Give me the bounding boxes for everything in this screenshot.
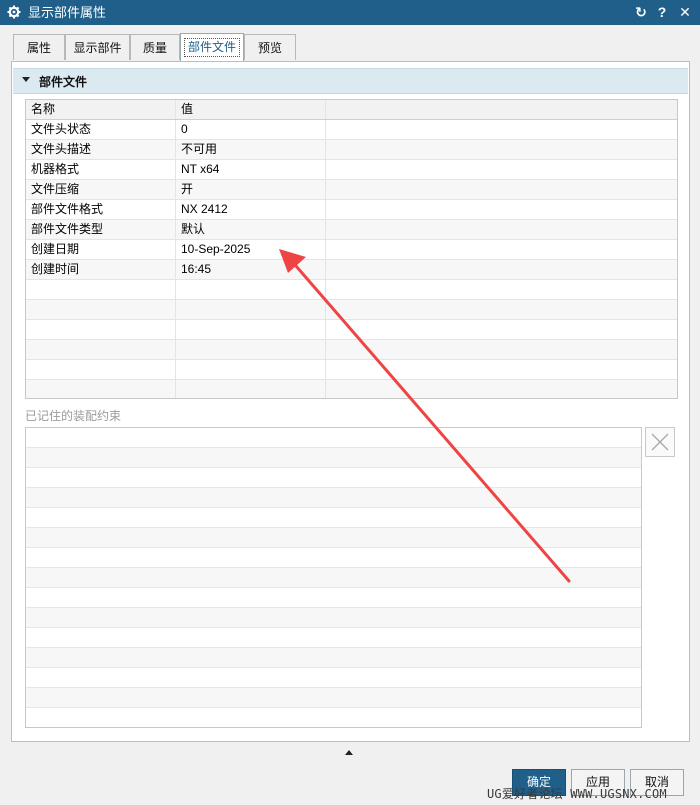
table-row-empty — [26, 340, 677, 360]
tab-part-file[interactable]: 部件文件 — [180, 33, 244, 61]
table-row-empty — [26, 360, 677, 380]
group-title: 部件文件 — [39, 75, 88, 89]
group-header-part-file[interactable]: 部件文件 — [13, 68, 688, 94]
cell-blank — [326, 140, 677, 159]
property-name: 文件压缩 — [26, 180, 176, 199]
list-row-empty — [26, 428, 641, 448]
list-row-empty — [26, 708, 641, 727]
table-row-empty — [26, 380, 677, 398]
close-icon[interactable]: ✕ — [676, 3, 694, 21]
property-name: 部件文件类型 — [26, 220, 176, 239]
delete-x-icon — [651, 433, 669, 451]
cell-blank — [326, 120, 677, 139]
column-header-name[interactable]: 名称 — [26, 100, 176, 119]
property-value: 开 — [176, 180, 326, 199]
property-value: 10-Sep-2025 — [176, 240, 326, 259]
remembered-constraints-list[interactable] — [25, 427, 642, 728]
refresh-icon[interactable]: ↻ — [632, 3, 650, 21]
list-row-empty — [26, 608, 641, 628]
remembered-constraints-label: 已记住的装配约束 — [25, 409, 122, 423]
gear-icon — [7, 5, 21, 19]
property-value: 不可用 — [176, 140, 326, 159]
property-value: 默认 — [176, 220, 326, 239]
table-row[interactable]: 部件文件类型 默认 — [26, 220, 677, 240]
tab-panel: 部件文件 名称 值 文件头状态 0 文件头描述 不可用 机器格式 NT x64 文件压… — [11, 61, 690, 742]
property-name: 文件头描述 — [26, 140, 176, 159]
table-row[interactable]: 创建日期 10-Sep-2025 — [26, 240, 677, 260]
window-title: 显示部件属性 — [28, 5, 107, 20]
tab-label: 预览 — [257, 41, 282, 55]
collapse-up-icon[interactable] — [345, 750, 353, 755]
list-row-empty — [26, 468, 641, 488]
list-row-empty — [26, 668, 641, 688]
table-row-empty — [26, 300, 677, 320]
list-row-empty — [26, 508, 641, 528]
list-row-empty — [26, 488, 641, 508]
title-bar: 显示部件属性 ↻ ? ✕ — [0, 0, 700, 25]
table-row-empty — [26, 280, 677, 300]
tab-preview[interactable]: 预览 — [244, 34, 296, 60]
property-name: 文件头状态 — [26, 120, 176, 139]
tab-displayed-part[interactable]: 显示部件 — [65, 34, 130, 60]
table-row[interactable]: 文件头状态 0 — [26, 120, 677, 140]
property-name: 机器格式 — [26, 160, 176, 179]
cell-blank — [326, 160, 677, 179]
table-header: 名称 值 — [26, 100, 677, 120]
list-row-empty — [26, 528, 641, 548]
list-row-empty — [26, 568, 641, 588]
table-row[interactable]: 文件头描述 不可用 — [26, 140, 677, 160]
tab-label: 属性 — [26, 41, 51, 55]
cell-blank — [326, 220, 677, 239]
delete-constraint-button[interactable] — [645, 427, 675, 457]
list-row-empty — [26, 588, 641, 608]
property-table: 名称 值 文件头状态 0 文件头描述 不可用 机器格式 NT x64 文件压缩开 部件… — [25, 99, 678, 399]
list-row-empty — [26, 648, 641, 668]
column-header-blank — [326, 100, 677, 119]
list-row-empty — [26, 448, 641, 468]
table-row-empty — [26, 320, 677, 340]
column-header-value[interactable]: 值 — [176, 100, 326, 119]
tab-mass[interactable]: 质量 — [130, 34, 180, 60]
table-row[interactable]: 创建时间 16:45 — [26, 260, 677, 280]
property-value: 0 — [176, 120, 326, 139]
property-name: 创建日期 — [26, 240, 176, 259]
cell-blank — [326, 260, 677, 279]
tab-label: 显示部件 — [73, 41, 122, 55]
focus-rect — [184, 38, 240, 57]
property-value: NX 2412 — [176, 200, 326, 219]
list-row-empty — [26, 628, 641, 648]
cell-blank — [326, 240, 677, 259]
property-name: 创建时间 — [26, 260, 176, 279]
tab-attributes[interactable]: 属性 — [13, 34, 65, 60]
property-name: 部件文件格式 — [26, 200, 176, 219]
table-row[interactable]: 机器格式 NT x64 — [26, 160, 677, 180]
cell-blank — [326, 180, 677, 199]
cell-blank — [326, 200, 677, 219]
caret-down-icon — [22, 77, 30, 82]
watermark: UG爱好者论坛 WWW.UGSNX.COM — [487, 787, 667, 801]
property-value: 16:45 — [176, 260, 326, 279]
property-value: NT x64 — [176, 160, 326, 179]
help-icon[interactable]: ? — [653, 3, 671, 21]
table-row[interactable]: 文件压缩开 — [26, 180, 677, 200]
tab-label: 质量 — [142, 41, 167, 55]
list-row-empty — [26, 548, 641, 568]
list-row-empty — [26, 688, 641, 708]
table-row[interactable]: 部件文件格式 NX 2412 — [26, 200, 677, 220]
